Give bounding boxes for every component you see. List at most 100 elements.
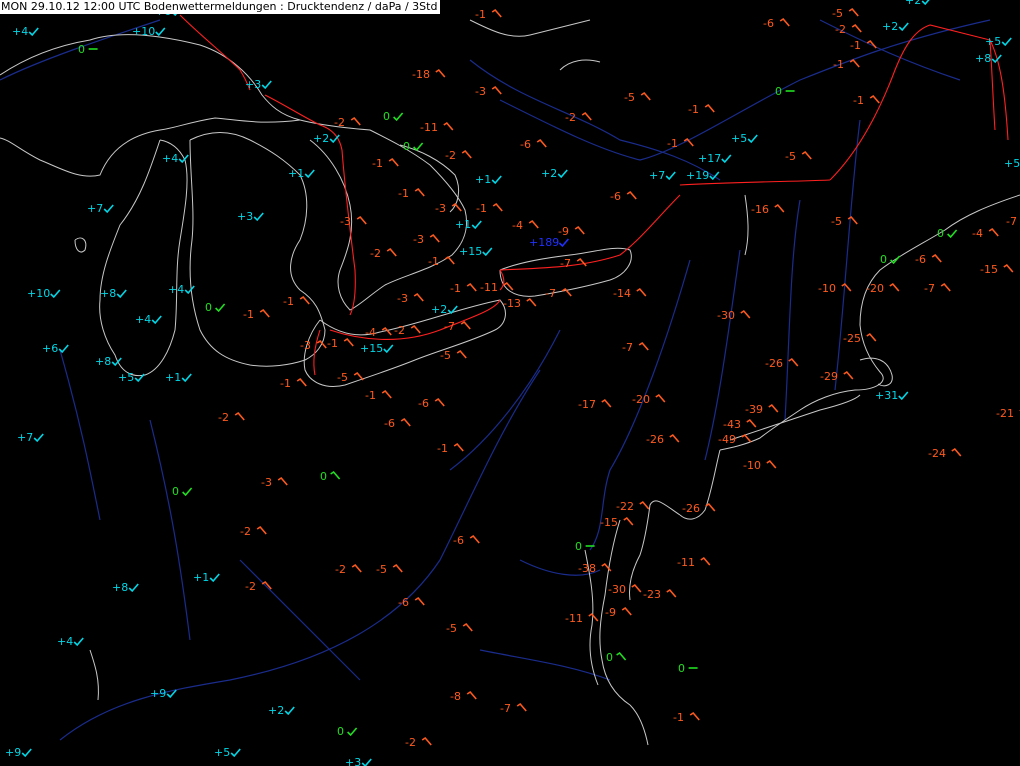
pressure-tendency-label: -2 (835, 23, 846, 36)
pressure-tendency-label: 0 (78, 43, 85, 56)
pressure-tendency-label: 0 (606, 651, 613, 664)
pressure-tendency-label: -20 (866, 282, 884, 295)
pressure-tendency-label: -26 (765, 357, 783, 370)
pressure-tendency-label: 0 (205, 301, 212, 314)
map-background (0, 0, 1020, 766)
pressure-tendency-label: -4 (972, 227, 983, 240)
pressure-tendency-label: -6 (610, 190, 621, 203)
pressure-tendency-label: -7 (924, 282, 935, 295)
pressure-tendency-label: 0 (678, 662, 685, 675)
pressure-tendency-label: -2 (405, 736, 416, 749)
pressure-tendency-label: -25 (843, 332, 861, 345)
pressure-tendency-label: -3 (340, 215, 351, 228)
pressure-tendency-label: -5 (440, 349, 451, 362)
pressure-tendency-label: -2 (394, 324, 405, 337)
pressure-tendency-label: -5 (446, 622, 457, 635)
pressure-tendency-label: -4 (512, 219, 523, 232)
pressure-tendency-label: +31 (875, 389, 898, 402)
pressure-tendency-label: +5 (118, 371, 134, 384)
pressure-tendency-label: 0 (172, 485, 179, 498)
pressure-tendency-label: +4 (135, 313, 151, 326)
pressure-tendency-label: -26 (646, 433, 664, 446)
pressure-tendency-label: -1 (372, 157, 383, 170)
weather-map: +4+6+100+3+200+4+1+7+3+10+8+4+40+6+8+5+1… (0, 0, 1020, 766)
pressure-tendency-label: -2 (218, 411, 229, 424)
pressure-tendency-label: 0 (403, 140, 410, 153)
pressure-tendency-label: -11 (565, 612, 583, 625)
pressure-tendency-label: +8 (975, 52, 991, 65)
pressure-tendency-label: +8 (112, 581, 128, 594)
pressure-tendency-label: 0 (320, 470, 327, 483)
pressure-tendency-label: -8 (450, 690, 461, 703)
pressure-tendency-label: +3 (237, 210, 253, 223)
pressure-tendency-label: -6 (763, 17, 774, 30)
pressure-tendency-label: -17 (578, 398, 596, 411)
pressure-tendency-label: -1 (428, 255, 439, 268)
pressure-tendency-label: +1 (288, 167, 304, 180)
pressure-tendency-label: -1 (853, 94, 864, 107)
pressure-tendency-label: +8 (95, 355, 111, 368)
pressure-tendency-label: -6 (384, 417, 395, 430)
pressure-tendency-label: 0 (383, 110, 390, 123)
pressure-tendency-label: -22 (616, 500, 634, 513)
pressure-tendency-label: 0 (575, 540, 582, 553)
pressure-tendency-label: +2 (431, 303, 447, 316)
pressure-tendency-label: -6 (398, 596, 409, 609)
pressure-tendency-label: 0 (937, 227, 944, 240)
pressure-tendency-label: +5 (1004, 157, 1020, 170)
pressure-tendency-label: -3 (435, 202, 446, 215)
pressure-tendency-label: -11 (677, 556, 695, 569)
pressure-tendency-label: +189 (529, 236, 559, 249)
pressure-tendency-label: +6 (42, 342, 58, 355)
pressure-tendency-label: +2 (882, 20, 898, 33)
pressure-tendency-label: -43 (723, 418, 741, 431)
pressure-tendency-label: -5 (624, 91, 635, 104)
pressure-tendency-label: +4 (168, 283, 184, 296)
pressure-tendency-label: -2 (335, 563, 346, 576)
pressure-tendency-label: -15 (980, 263, 998, 276)
pressure-tendency-label: +2 (313, 132, 329, 145)
pressure-tendency-label: -1 (398, 187, 409, 200)
pressure-tendency-label: -1 (450, 282, 461, 295)
pressure-tendency-label: -49 (718, 433, 736, 446)
map-header: MON 29.10.12 12:00 UTC Bodenwettermeldun… (0, 0, 441, 14)
pressure-tendency-label: +7 (649, 169, 665, 182)
pressure-tendency-label: -5 (376, 563, 387, 576)
pressure-tendency-label: -13 (503, 297, 521, 310)
pressure-tendency-label: -38 (578, 562, 596, 575)
pressure-tendency-label: -1 (476, 202, 487, 215)
pressure-tendency-label: -26 (682, 502, 700, 515)
pressure-tendency-label: -3 (413, 233, 424, 246)
pressure-tendency-label: +10 (132, 25, 155, 38)
pressure-tendency-label: -2 (445, 149, 456, 162)
pressure-tendency-label: -5 (785, 150, 796, 163)
pressure-tendency-label: +1 (165, 371, 181, 384)
pressure-tendency-label: -6 (418, 397, 429, 410)
pressure-tendency-label: -2 (334, 116, 345, 129)
pressure-tendency-label: -1 (688, 103, 699, 116)
pressure-tendency-label: +1 (455, 218, 471, 231)
pressure-tendency-label: -16 (751, 203, 769, 216)
pressure-tendency-label: -1 (327, 337, 338, 350)
pressure-tendency-label: -5 (337, 371, 348, 384)
pressure-tendency-label: -10 (743, 459, 761, 472)
pressure-tendency-label: -6 (915, 253, 926, 266)
pressure-tendency-label: +15 (459, 245, 482, 258)
pressure-tendency-label: -3 (261, 476, 272, 489)
pressure-tendency-label: -30 (717, 309, 735, 322)
pressure-tendency-label: 0 (880, 253, 887, 266)
pressure-tendency-label: -1 (283, 295, 294, 308)
pressure-tendency-label: -1 (280, 377, 291, 390)
pressure-tendency-label: +1 (193, 571, 209, 584)
pressure-tendency-label: -30 (608, 583, 626, 596)
pressure-tendency-label: -9 (605, 606, 616, 619)
pressure-tendency-label: -7 (545, 287, 556, 300)
pressure-tendency-label: +5 (731, 132, 747, 145)
pressure-tendency-label: -7 (500, 702, 511, 715)
pressure-tendency-label: -1 (437, 442, 448, 455)
pressure-tendency-label: -1 (243, 308, 254, 321)
pressure-tendency-label: +2 (905, 0, 921, 7)
pressure-tendency-label: +4 (162, 152, 178, 165)
pressure-tendency-label: +7 (87, 202, 103, 215)
pressure-tendency-label: -1 (673, 711, 684, 724)
